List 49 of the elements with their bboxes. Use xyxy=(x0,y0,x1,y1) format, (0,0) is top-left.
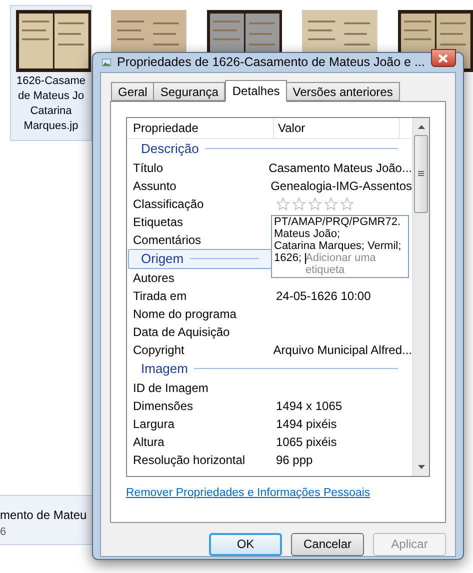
property-name: Título xyxy=(132,160,164,177)
dialog-button[interactable]: OK xyxy=(209,532,282,556)
property-name: ID de Imagem xyxy=(132,380,210,397)
tab[interactable]: Segurança xyxy=(153,82,226,101)
column-header[interactable]: Propriedade xyxy=(127,118,274,138)
property-name: Assunto xyxy=(132,178,178,195)
property-value: 1494 x 1065 xyxy=(276,398,342,413)
property-name: Nome do programa xyxy=(132,306,238,323)
property-value: Casamento Mateus João... xyxy=(268,160,412,175)
property-name: Autores xyxy=(132,270,176,287)
section-title: Imagem xyxy=(141,360,188,378)
file-name-text: 1626-Casame xyxy=(16,74,86,89)
details-text: mento de Mateu xyxy=(0,507,87,524)
tag-text: PT/AMAP/PRQ/PGMR72. xyxy=(274,216,401,228)
property-name: Altura xyxy=(132,434,166,451)
property-name: Classificação xyxy=(132,196,205,213)
section-header[interactable]: Origem xyxy=(128,248,272,269)
file-name-text: de Mateus Jo xyxy=(18,89,84,104)
window-title: Propriedades de 1626-Casamento de Mateus João e ... xyxy=(117,54,425,71)
dialog-button[interactable]: Cancelar xyxy=(291,532,364,556)
tab[interactable]: Geral xyxy=(111,82,154,101)
property-name: Largura xyxy=(132,416,176,433)
property-name: Resolução horizontal xyxy=(132,452,246,469)
property-name: Etiquetas xyxy=(132,214,184,231)
property-name: Dimensões xyxy=(132,398,194,415)
tab[interactable]: Detalhes xyxy=(225,80,287,102)
tab[interactable]: Versões anteriores xyxy=(286,82,400,101)
property-value: 1065 pixéis xyxy=(276,434,337,449)
property-value: 1494 pixéis xyxy=(276,416,337,431)
property-name: Comentários xyxy=(132,232,202,249)
tag-text: Mateus João; xyxy=(274,228,340,240)
section-title: Origem xyxy=(141,250,184,268)
property-value: Arquivo Municipal Alfred... xyxy=(273,342,412,357)
section-header[interactable]: Imagem xyxy=(128,358,411,379)
section-title: Descrição xyxy=(141,140,199,158)
property-name: Copyright xyxy=(132,342,186,359)
remove-properties-link[interactable]: Remover Propriedades e Informações Pessoais xyxy=(126,484,430,502)
property-value: 96 ppp xyxy=(276,452,313,467)
property-name: Data de Aquisição xyxy=(132,324,231,341)
property-value: Genealogia-IMG-Assentos xyxy=(270,178,412,193)
section-header[interactable]: Descrição xyxy=(128,138,411,159)
tag-text: 1626; xyxy=(274,252,302,264)
property-value: 24-05-1626 10:00 xyxy=(276,288,371,303)
tag-text: Catarina Marques; Vermil; xyxy=(274,240,402,252)
property-name: Tirada em xyxy=(132,288,188,305)
details-text: 6 xyxy=(0,525,6,540)
column-header[interactable]: Valor xyxy=(274,118,400,138)
file-name-text: Catarina xyxy=(30,104,72,119)
file-name-text: Marques.jp xyxy=(24,119,78,134)
